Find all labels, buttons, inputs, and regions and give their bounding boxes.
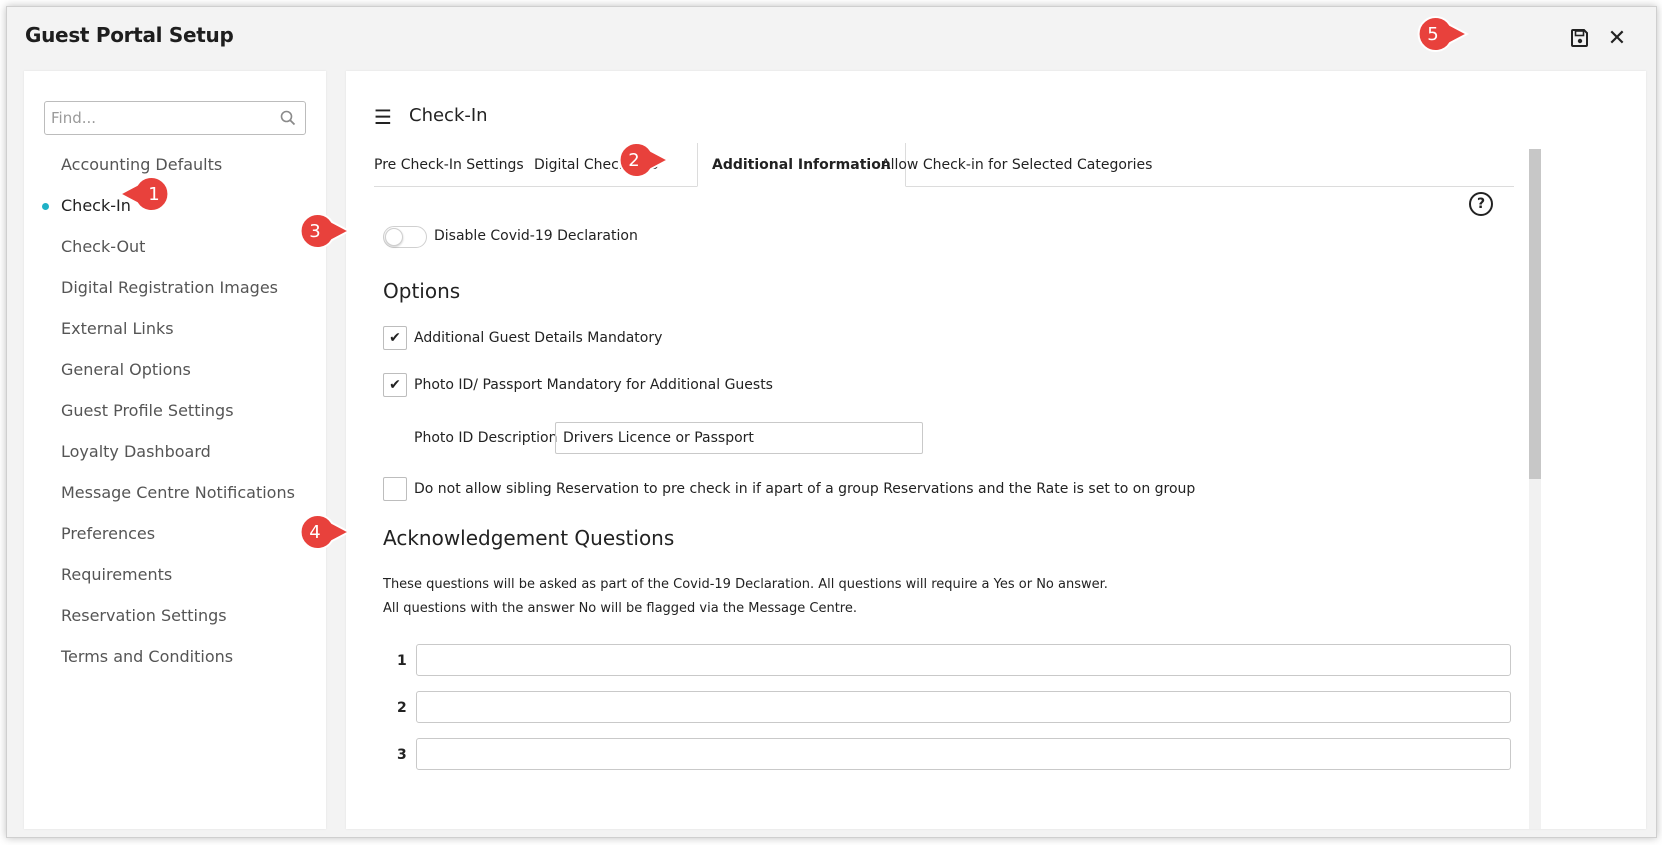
photo-desc-label: Photo ID Description: [414, 430, 558, 446]
sidebar-item-requirements[interactable]: Requirements: [24, 554, 326, 595]
callout-badge-2: 2: [616, 142, 671, 178]
sidebar-item-label: Requirements: [61, 565, 173, 584]
sidebar-nav: Accounting Defaults Check-In Check-Out D…: [24, 144, 326, 677]
question-input-3[interactable]: [416, 738, 1511, 770]
callout-number: 1: [148, 184, 159, 205]
question-input-2[interactable]: [416, 691, 1511, 723]
callout-number: 4: [309, 522, 320, 543]
check-icon: ✔: [389, 377, 401, 393]
tab-bar: Pre Check-In Settings Digital Check-In S…: [374, 143, 1514, 187]
window-title: Guest Portal Setup: [25, 23, 234, 47]
save-button[interactable]: [1567, 25, 1593, 51]
sidebar-item-label: Reservation Settings: [61, 606, 227, 625]
acknowledgement-description-2: All questions with the answer No will be…: [383, 601, 857, 616]
page-title: Check-In: [409, 105, 488, 126]
photo-id-checkbox[interactable]: ✔: [383, 373, 407, 397]
sidebar-item-preferences[interactable]: Preferences: [24, 513, 326, 554]
sidebar-item-loyalty-dashboard[interactable]: Loyalty Dashboard: [24, 431, 326, 472]
acknowledgement-description-1: These questions will be asked as part of…: [383, 577, 1108, 592]
guest-details-label: Additional Guest Details Mandatory: [414, 330, 663, 346]
sidebar-item-external-links[interactable]: External Links: [24, 308, 326, 349]
sidebar-search: [44, 101, 306, 135]
toggle-knob: [385, 228, 403, 246]
question-input-1[interactable]: [416, 644, 1511, 676]
sidebar-item-reservation-settings[interactable]: Reservation Settings: [24, 595, 326, 636]
photo-desc-field[interactable]: Drivers Licence or Passport: [555, 422, 923, 454]
close-button[interactable]: ✕: [1604, 25, 1630, 51]
sidebar-item-digital-registration-images[interactable]: Digital Registration Images: [24, 267, 326, 308]
check-icon: ✔: [389, 330, 401, 346]
question-number: 1: [397, 653, 407, 669]
sidebar-item-label: Digital Registration Images: [61, 278, 278, 297]
sidebar-item-general-options[interactable]: General Options: [24, 349, 326, 390]
tab-label: Allow Check-in for Selected Categories: [881, 157, 1153, 173]
sidebar-item-accounting-defaults[interactable]: Accounting Defaults: [24, 144, 326, 185]
covid-toggle-label: Disable Covid-19 Declaration: [434, 228, 638, 244]
sidebar-item-label: Preferences: [61, 524, 156, 543]
callout-badge-5: 5: [1415, 16, 1470, 52]
callout-badge-3: 3: [297, 213, 352, 249]
options-heading: Options: [383, 279, 461, 303]
sidebar-item-terms-and-conditions[interactable]: Terms and Conditions: [24, 636, 326, 677]
help-icon[interactable]: ?: [1469, 192, 1493, 216]
sidebar-item-check-in[interactable]: Check-In: [24, 185, 326, 226]
scrollbar-thumb[interactable]: [1529, 149, 1541, 479]
callout-badge-4: 4: [297, 514, 352, 550]
sibling-reservation-checkbox[interactable]: [383, 477, 407, 501]
sidebar-item-label: Message Centre Notifications: [61, 483, 295, 502]
tab-pre-check-in-settings[interactable]: Pre Check-In Settings: [374, 143, 524, 187]
callout-number: 5: [1427, 24, 1438, 45]
main-panel: ☰ Check-In Pre Check-In Settings Digital…: [346, 71, 1646, 829]
acknowledgement-heading: Acknowledgement Questions: [383, 526, 675, 550]
sidebar-item-label: Check-Out: [61, 237, 146, 256]
search-icon: [280, 110, 296, 126]
sidebar-item-label: Loyalty Dashboard: [61, 442, 211, 461]
tab-additional-information[interactable]: Additional Information: [697, 143, 906, 187]
guest-details-checkbox[interactable]: ✔: [383, 326, 407, 350]
tab-allow-check-in-selected-categories[interactable]: Allow Check-in for Selected Categories: [881, 143, 1152, 187]
photo-id-label: Photo ID/ Passport Mandatory for Additio…: [414, 377, 773, 393]
sidebar-item-guest-profile-settings[interactable]: Guest Profile Settings: [24, 390, 326, 431]
menu-icon[interactable]: ☰: [374, 105, 392, 129]
sibling-reservation-label: Do not allow sibling Reservation to pre …: [414, 481, 1196, 497]
close-icon: ✕: [1607, 25, 1627, 51]
active-dot-icon: [42, 203, 49, 210]
tab-label: Pre Check-In Settings: [374, 157, 524, 173]
covid-declaration-toggle[interactable]: [383, 226, 427, 248]
tab-label: Additional Information: [712, 156, 891, 173]
scrollbar[interactable]: [1529, 149, 1541, 829]
guest-portal-window: Guest Portal Setup ✕ Accounting Defaults…: [6, 6, 1657, 838]
sidebar-item-message-centre-notifications[interactable]: Message Centre Notifications: [24, 472, 326, 513]
search-input[interactable]: [51, 108, 271, 128]
question-number: 2: [397, 700, 407, 716]
sidebar-item-label: Accounting Defaults: [61, 155, 223, 174]
callout-badge-1: 1: [117, 176, 172, 212]
callout-number: 3: [309, 221, 320, 242]
sidebar-item-label: Guest Profile Settings: [61, 401, 234, 420]
question-number: 3: [397, 747, 407, 763]
sidebar-item-label: General Options: [61, 360, 191, 379]
sidebar-item-label: External Links: [61, 319, 174, 338]
callout-number: 2: [628, 150, 639, 171]
sidebar-item-check-out[interactable]: Check-Out: [24, 226, 326, 267]
save-icon: [1571, 29, 1588, 47]
sidebar: Accounting Defaults Check-In Check-Out D…: [24, 71, 326, 829]
sidebar-item-label: Terms and Conditions: [61, 647, 234, 666]
